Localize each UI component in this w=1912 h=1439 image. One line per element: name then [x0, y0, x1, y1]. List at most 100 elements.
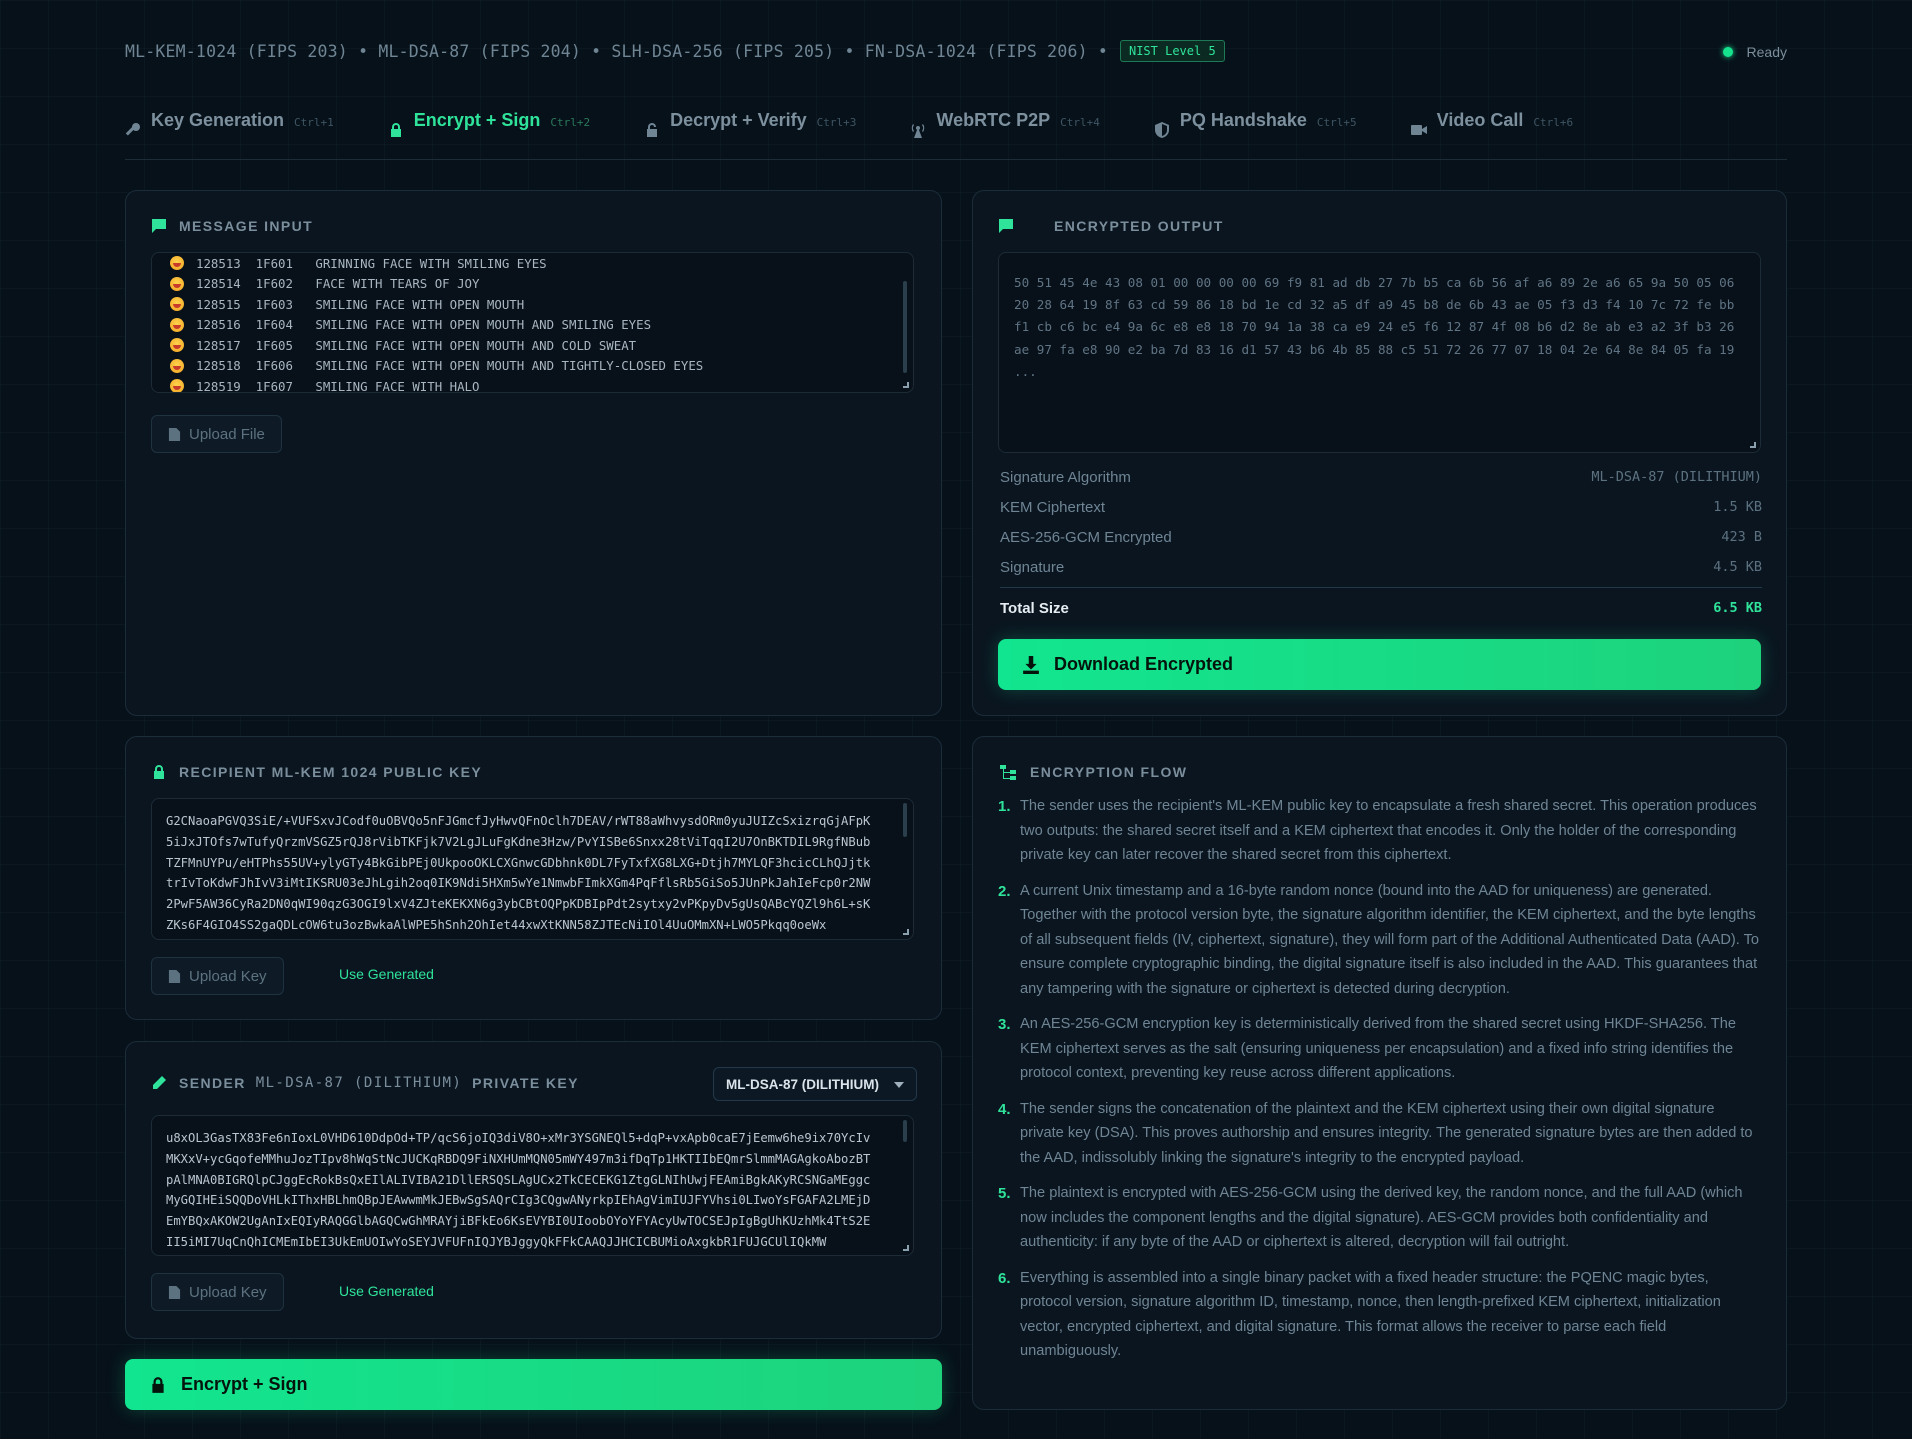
message-line: 128513 1F601 GRINNING FACE WITH SMILING … [170, 253, 703, 274]
message-content: 128513 1F601 GRINNING FACE WITH SMILING … [170, 253, 704, 392]
flow-step-number: 5. [998, 1185, 1011, 1202]
meta-label: Signature Algorithm [1000, 469, 1131, 486]
message-line: 128517 1F605 SMILING FACE WITH OPEN MOUT… [170, 335, 703, 356]
hex-content: 50 51 45 4e 43 08 01 00 00 00 00 69 f9 8… [1014, 272, 1734, 383]
meta-value: 423 B [1721, 529, 1762, 545]
button-label: Upload Key [189, 967, 267, 985]
flow-step-number: 4. [998, 1100, 1011, 1118]
smiley-emoji-icon [170, 317, 184, 332]
tab-shortcut: Ctrl+4 [1060, 116, 1100, 129]
smiley-emoji-icon [170, 379, 184, 392]
title-algorithm: ML-DSA-87 (DILITHIUM) [255, 1075, 463, 1091]
tab-label: WebRTC P2P [936, 110, 1051, 130]
upload-sender-key-button[interactable]: Upload Key [151, 1273, 284, 1311]
tab-webrtc-p2p[interactable]: WebRTC P2P Ctrl+4 [910, 110, 1100, 150]
smiley-emoji-icon [170, 338, 184, 353]
flow-step-text: A current Unix timestamp and a 16-byte r… [1020, 882, 1760, 997]
encryption-flow-steps: 1. The sender uses the recipient's ML-KEM… [998, 798, 1760, 1379]
message-line-text: 128518 1F606 SMILING FACE WITH OPEN MOUT… [196, 358, 704, 374]
message-textarea[interactable]: 128513 1F601 GRINNING FACE WITH SMILING … [151, 252, 914, 393]
message-line-text: 128517 1F605 SMILING FACE WITH OPEN MOUT… [196, 337, 637, 353]
meta-value: ML-DSA-87 (DILITHIUM) [1591, 469, 1762, 485]
tab-shortcut: Ctrl+3 [816, 116, 857, 129]
tab-encrypt-sign[interactable]: Encrypt + Sign Ctrl+2 [388, 110, 590, 150]
message-line-text: 128516 1F604 SMILING FACE WITH OPEN MOUT… [196, 317, 652, 333]
encrypted-output-textarea[interactable]: 50 51 45 4e 43 08 01 00 00 00 00 69 f9 8… [998, 252, 1761, 453]
lock-icon [152, 1376, 164, 1393]
nist-level-badge: NIST Level 5 [1119, 40, 1225, 62]
message-scrollbar[interactable] [903, 281, 907, 373]
tab-video-call[interactable]: Video Call Ctrl+6 [1410, 110, 1574, 150]
message-line: 128515 1F603 SMILING FACE WITH OPEN MOUT… [170, 294, 703, 315]
recipient-key-text: G2CNaoaPGVQ3SiE/+VUFSxvJCodf0uOBVQo5nFJG… [166, 814, 871, 932]
file-icon [168, 427, 181, 441]
hex-line: 50 51 45 4e 43 08 01 00 00 00 00 69 f9 8… [1014, 275, 1735, 290]
signature-algorithm-select[interactable]: ML-DSA-87 (DILITHIUM) [713, 1067, 917, 1101]
button-label: Download Encrypted [1054, 654, 1234, 674]
meta-divider [1000, 587, 1762, 588]
upload-file-button[interactable]: Upload File [151, 415, 282, 453]
flow-step-text: The plaintext is encrypted with AES-256-… [1020, 1185, 1743, 1250]
title-text: MESSAGE INPUT [179, 218, 314, 234]
flow-step: 1. The sender uses the recipient's ML-KEM… [998, 798, 1760, 868]
resize-handle[interactable] [903, 1245, 909, 1251]
tab-pq-handshake[interactable]: PQ Handshake Ctrl+5 [1154, 110, 1357, 150]
hex-line: ae 97 fa e8 90 e2 ba 7d 83 16 d1 57 43 b… [1014, 341, 1735, 357]
hex-line: ... [1014, 363, 1037, 379]
meta-value: 4.5 KB [1713, 559, 1762, 575]
use-generated-recipient-link[interactable]: Use Generated [339, 966, 434, 982]
use-generated-sender-link[interactable]: Use Generated [339, 1283, 434, 1299]
meta-row-kem-ciphertext: KEM Ciphertext 1.5 KB [1000, 499, 1762, 516]
file-icon [168, 1285, 181, 1299]
algorithm-list: ML-KEM-1024 (FIPS 203) • ML-DSA-87 (FIPS… [125, 41, 1108, 61]
video-icon [1410, 125, 1427, 135]
total-label: Total Size [1000, 600, 1069, 617]
meta-row-aes-encrypted: AES-256-GCM Encrypted 423 B [1000, 529, 1762, 546]
sender-private-key-textarea[interactable]: u8xOL3GasTX83Fe6nIoxL0VHD610DdpOd+TP/qcS… [151, 1115, 914, 1256]
sender-key-text: u8xOL3GasTX83Fe6nIoxL0VHD610DdpOd+TP/qcS… [166, 1131, 871, 1249]
unlock-icon [647, 123, 658, 137]
recipient-key-scrollbar[interactable] [903, 803, 907, 837]
flow-step: 6. Everything is assembled into a single … [998, 1270, 1760, 1364]
sender-key-title: SENDER ML-DSA-87 (DILITHIUM) PRIVATE KEY [151, 1075, 579, 1091]
flow-step-number: 1. [998, 798, 1011, 815]
smiley-emoji-icon [170, 276, 184, 291]
antenna-icon [912, 124, 925, 138]
chevron-down-icon [894, 1082, 904, 1088]
status-dot-icon [1722, 47, 1733, 57]
flow-diagram-icon [1000, 765, 1016, 780]
button-label: Upload Key [189, 1283, 267, 1301]
flow-step-number: 3. [998, 1016, 1011, 1033]
message-icon [152, 219, 166, 233]
resize-handle[interactable] [1750, 442, 1756, 448]
recipient-public-key-textarea[interactable]: G2CNaoaPGVQ3SiE/+VUFSxvJCodf0uOBVQo5nFJG… [151, 798, 914, 940]
flow-step: 4. The sender signs the concatenation of … [998, 1101, 1760, 1171]
message-line-text: 128513 1F601 GRINNING FACE WITH SMILING … [196, 255, 547, 271]
flow-step-text: Everything is assembled into a single bi… [1020, 1269, 1721, 1360]
upload-recipient-key-button[interactable]: Upload Key [151, 957, 284, 995]
title-prefix: SENDER [179, 1075, 246, 1091]
encrypt-sign-button[interactable]: Encrypt + Sign [125, 1359, 942, 1410]
flow-step: 5. The plaintext is encrypted with AES-25… [998, 1185, 1760, 1255]
top-bar: ML-KEM-1024 (FIPS 203) • ML-DSA-87 (FIPS… [125, 38, 1787, 64]
hex-line: f1 cb c6 bc e4 9a 6c e8 e8 18 70 94 1a 3… [1014, 319, 1735, 335]
sender-key-scrollbar[interactable] [903, 1120, 907, 1142]
tab-label: Encrypt + Sign [413, 110, 541, 130]
title-text: ENCRYPTED OUTPUT [1054, 218, 1224, 234]
tab-label: Key Generation [151, 110, 285, 130]
key-icon [125, 123, 140, 136]
resize-handle[interactable] [903, 929, 909, 935]
flow-step: 3. An AES-256-GCM encryption key is deter… [998, 1016, 1760, 1086]
title-suffix: PRIVATE KEY [472, 1075, 579, 1091]
tab-shortcut: Ctrl+6 [1533, 116, 1574, 129]
flow-step: 2. A current Unix timestamp and a 16-byte… [998, 883, 1760, 1002]
meta-row-total-size: Total Size 6.5 KB [1000, 600, 1762, 617]
select-value: ML-DSA-87 (DILITHIUM) [726, 1076, 879, 1092]
flow-step-text: An AES-256-GCM encryption key is determi… [1020, 1016, 1736, 1081]
meta-label: Signature [1000, 559, 1065, 576]
tab-decrypt-verify[interactable]: Decrypt + Verify Ctrl+3 [644, 110, 856, 150]
tab-key-generation[interactable]: Key Generation Ctrl+1 [125, 110, 334, 150]
title-text: ENCRYPTION FLOW [1030, 764, 1188, 780]
download-encrypted-button[interactable]: Download Encrypted [998, 639, 1761, 690]
resize-handle[interactable] [903, 382, 909, 388]
